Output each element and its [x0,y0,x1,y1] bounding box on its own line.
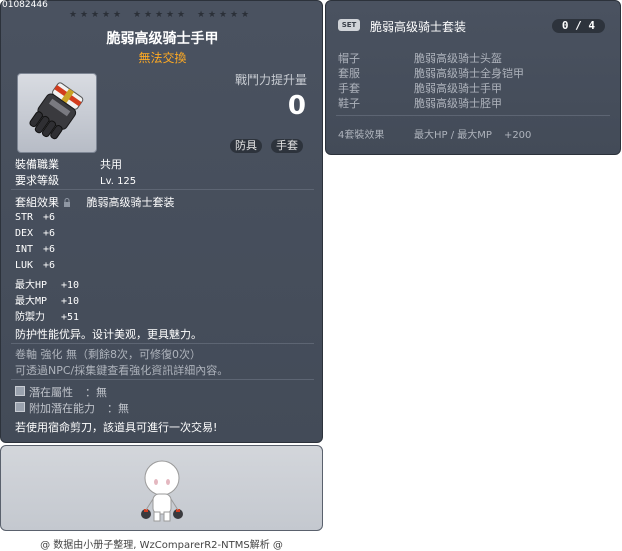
stat-value: +6 [43,260,56,271]
lock-icon [64,198,70,207]
star-icon: ★ [69,10,78,20]
scissors-notice: 若使用宿命剪刀，該道具可進行一次交易! [15,421,218,434]
level-row: 要求等級 Lv. 125 [15,172,136,188]
glove-icon [29,82,84,140]
set-piece-slot: 鞋子 [338,97,360,110]
combat-power-label: 戰鬥力提升量 [234,73,307,87]
set-piece-name: 脆弱高级骑士胫甲 [414,97,502,110]
star-group: ★ ★ ★ ★ ★ [69,10,123,20]
divider [11,379,314,380]
set-bonus-stats: 最大HP / 最大MP [414,130,492,141]
set-effect-value: 脆弱高级骑士套装 [86,196,175,209]
set-effect-row: 套組效果 脆弱高级骑士套装 [15,194,175,210]
set-piece-row: 套服 脆弱高级骑士全身铠甲 [338,65,524,81]
stat-label: INT [15,244,34,255]
set-bonus-row: 4套裝效果 最大HP / 最大MP +200 [338,126,531,141]
set-badge: SET [338,19,360,31]
category-tag-armor: 防具 [230,139,262,153]
additional-potential-icon [15,402,25,412]
set-name: 脆弱高级骑士套装 [370,20,467,34]
star-icon: ★ [197,10,206,20]
stat-label: STR [15,212,34,223]
star-icon: ★ [208,10,217,20]
star-icon: ★ [91,10,100,20]
character-preview [0,445,323,531]
stat-value: +6 [43,244,56,255]
level-value: Lv. 125 [100,176,137,187]
star-icon: ★ [113,10,122,20]
job-label: 裝備職業 [15,158,59,171]
potential-label: 潛在屬性 [29,386,73,399]
star-icon: ★ [80,10,89,20]
stat-value: +10 [61,280,80,291]
stat-luk: LUK +6 [15,260,55,271]
set-tooltip: SET 脆弱高级骑士套装 0 / 4 帽子 脆弱高级骑士头盔 套服 脆弱高级骑士全身… [325,0,621,155]
additional-potential-label: 附加潛在能力 [29,402,95,415]
stat-label: 防禦力 [15,312,45,323]
star-icon: ★ [102,10,111,20]
star-group: ★ ★ ★ ★ ★ [197,10,251,20]
divider [11,343,314,344]
stat-max-mp: 最大MP +10 [15,292,79,307]
stat-value: +51 [61,312,80,323]
star-icon: ★ [230,10,239,20]
star-icon: ★ [219,10,228,20]
item-tooltip: ★ ★ ★ ★ ★ ★ ★ ★ ★ ★ ★ ★ ★ ★ ★ 脆弱高级骑士手甲 無法交換 戰鬥力提升量 [0,0,323,443]
additional-potential-value: ：無 [107,402,129,415]
set-piece-row: 手套 脆弱高级骑士手甲 [338,80,502,96]
character-avatar [141,460,183,522]
potential-row: 潛在屬性 ：無 [15,384,107,400]
set-count: 0 / 4 [551,19,605,33]
star-force-indicator: ★ ★ ★ ★ ★ ★ ★ ★ ★ ★ ★ ★ ★ ★ ★ [69,10,251,20]
set-effect-label: 套組效果 [15,196,59,209]
stat-int: INT +6 [15,244,55,255]
item-id: 01082446 [2,0,48,10]
footer-credit: @ 数据由小册子整理, WzComparerR2-NTMS解析 @ [40,540,283,551]
enhance-info: 可透過NPC/採集鍵查看強化資訊詳細內容。 [15,364,229,377]
stat-label: DEX [15,228,34,239]
star-icon: ★ [155,10,164,20]
set-piece-name: 脆弱高级骑士头盔 [414,52,502,65]
star-group: ★ ★ ★ ★ ★ [133,10,187,20]
job-row: 裝備職業 共用 [15,156,122,172]
stat-defense: 防禦力 +51 [15,308,79,323]
set-piece-slot: 手套 [338,82,360,95]
set-piece-name: 脆弱高级骑士手甲 [414,82,502,95]
item-description: 防护性能优异。设计美观，更具魅力。 [15,328,202,341]
stat-value: +6 [43,228,56,239]
set-piece-name: 脆弱高级骑士全身铠甲 [414,67,524,80]
stat-max-hp: 最大HP +10 [15,276,79,291]
trade-status: 無法交換 [138,51,187,65]
divider [11,189,314,190]
set-piece-row: 鞋子 脆弱高级骑士胫甲 [338,95,502,111]
combat-power-value: 0 [287,91,306,121]
star-icon: ★ [177,10,186,20]
star-icon: ★ [144,10,153,20]
stat-value: +10 [61,296,80,307]
level-label: 要求等級 [15,174,59,187]
set-piece-slot: 帽子 [338,52,360,65]
star-icon: ★ [241,10,250,20]
category-tag-glove: 手套 [271,139,303,153]
potential-value: ：無 [85,386,107,399]
set-piece-slot: 套服 [338,67,360,80]
stat-value: +6 [43,212,56,223]
stat-label: 最大HP [15,280,48,291]
job-value: 共用 [100,158,122,171]
additional-potential-row: 附加潛在能力 ：無 [15,400,129,416]
divider [336,115,610,116]
star-icon: ★ [166,10,175,20]
set-bonus-label: 4套裝效果 [338,130,385,141]
item-name: 脆弱高级骑士手甲 [106,31,219,47]
stat-dex: DEX +6 [15,228,55,239]
stat-label: 最大MP [15,296,48,307]
set-piece-row: 帽子 脆弱高级骑士头盔 [338,50,502,66]
scroll-info: 卷軸 強化 無（剩餘8次，可修復0次） [15,348,201,361]
star-icon: ★ [133,10,142,20]
stat-str: STR +6 [15,212,55,223]
item-icon-frame [17,73,97,153]
set-bonus-value: +200 [503,130,532,141]
potential-icon [15,386,25,396]
stat-label: LUK [15,260,34,271]
